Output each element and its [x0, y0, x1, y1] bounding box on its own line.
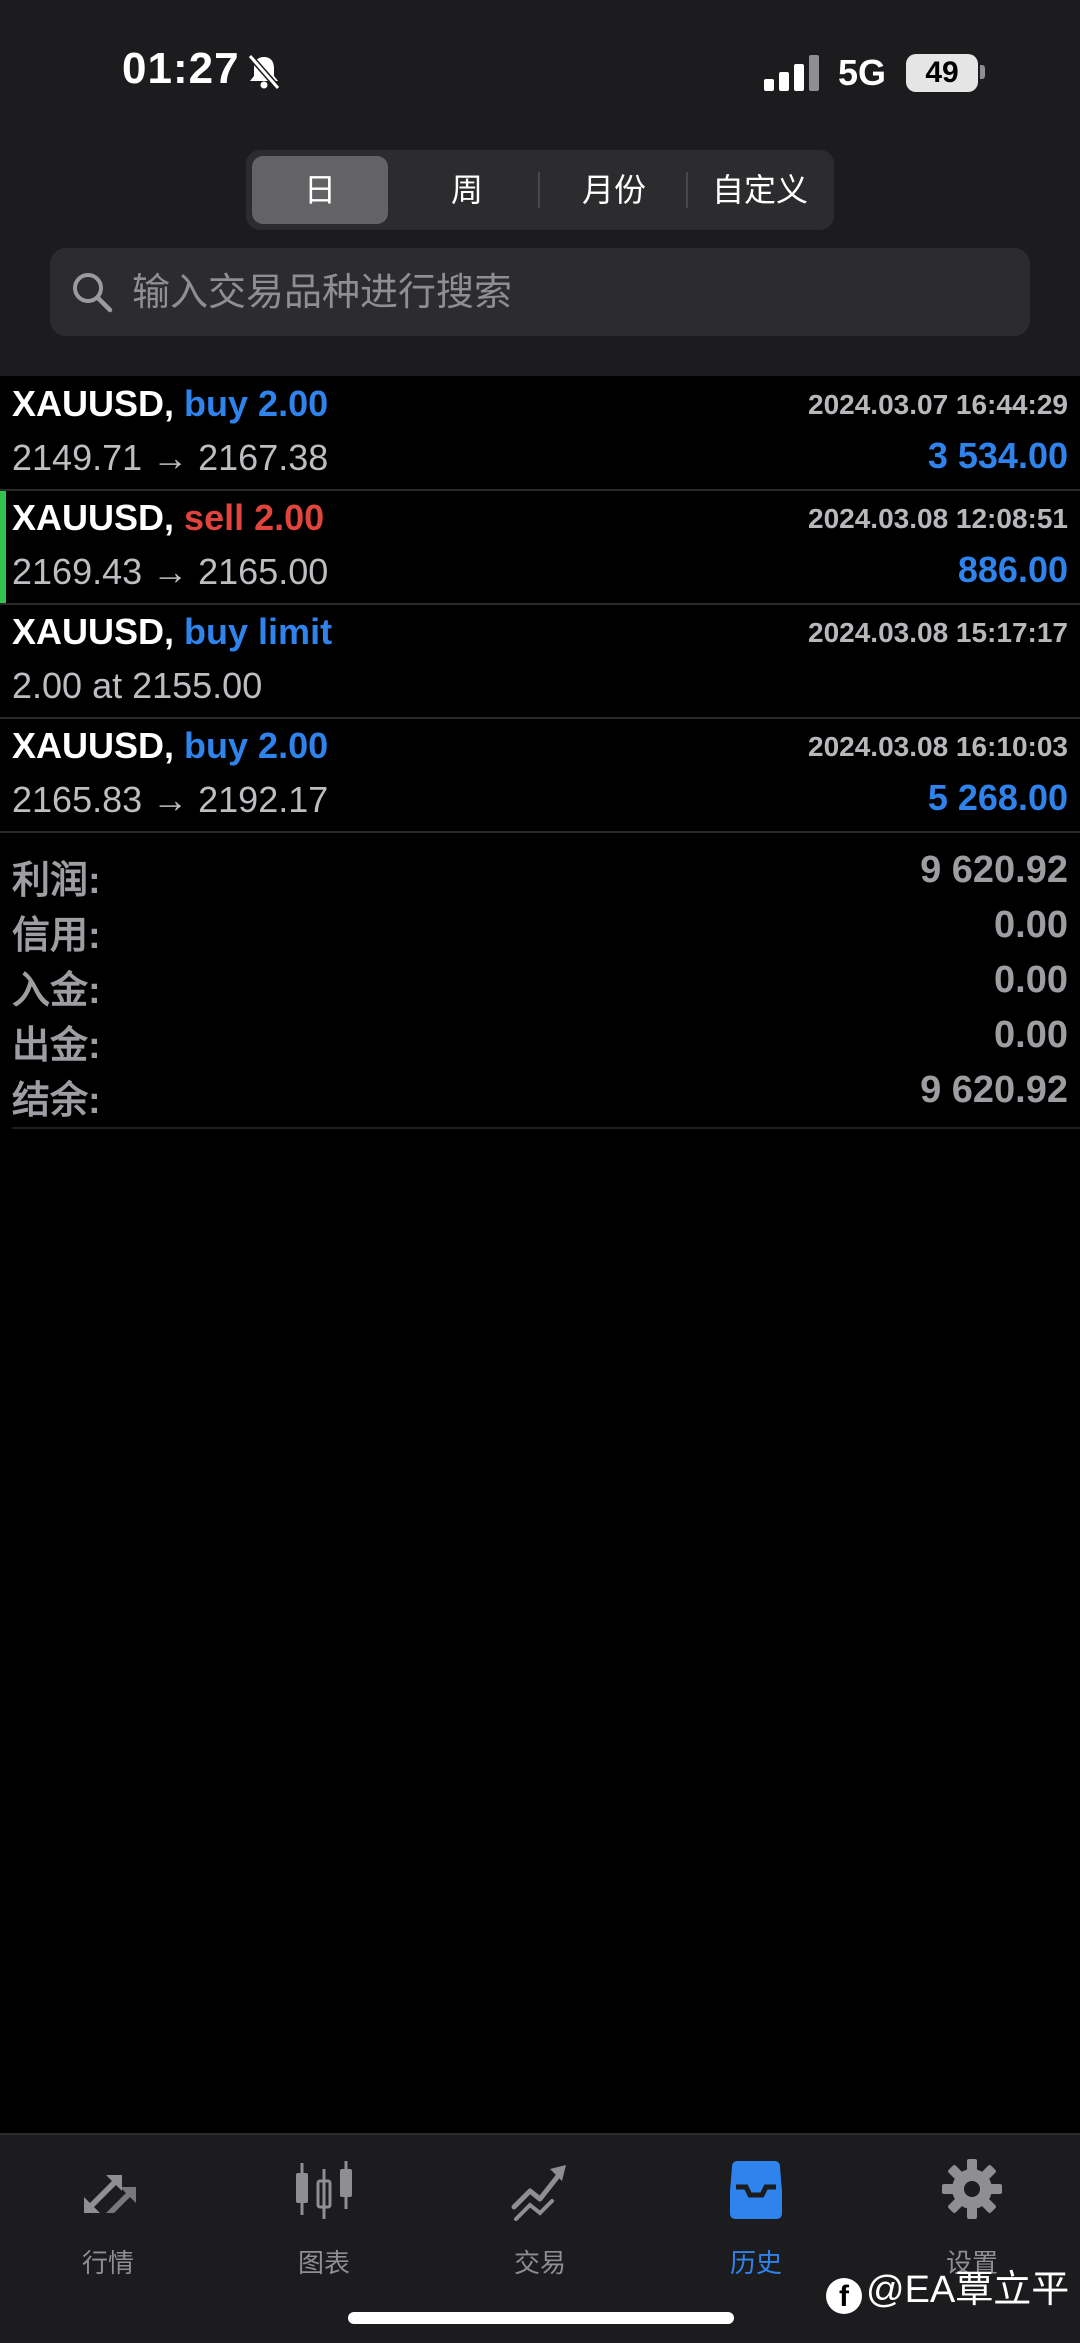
tab-custom[interactable]: 自定义 [692, 156, 828, 224]
deal-row[interactable]: XAUUSD, buy limit 2024.03.08 15:17:17 2.… [0, 605, 1080, 719]
deal-time: 2024.03.07 16:44:29 [808, 389, 1068, 420]
trade-chart-icon [511, 2165, 566, 2221]
silent-bell-icon [247, 54, 281, 90]
deal-row[interactable]: XAUUSD, buy 2.00 2024.03.08 16:10:03 216… [0, 719, 1080, 833]
watermark: f @EA覃立平 [826, 2258, 1069, 2314]
deal-side: buy 2.00 [184, 383, 329, 424]
tab-week[interactable]: 周 [399, 156, 535, 224]
watermark-text: @EA覃立平 [866, 2269, 1070, 2311]
deal-symbol: XAUUSD, [12, 497, 175, 538]
deal-time: 2024.03.08 15:17:17 [808, 617, 1068, 648]
segment-divider [538, 172, 540, 208]
battery-level: 49 [925, 56, 959, 89]
deal-symbol: XAUUSD, [12, 725, 175, 766]
deal-prices: 2.00 at 2155.00 [12, 665, 263, 706]
header: 01:27 5G 49 日 周 月份 自定义 [0, 0, 1080, 376]
deal-prices: 2165.83 → 2192.17 [12, 779, 329, 820]
battery-nub [980, 65, 985, 79]
segment-divider [686, 172, 688, 208]
deals-list: XAUUSD, buy 2.00 2024.03.07 16:44:29 214… [0, 377, 1080, 833]
deal-side: sell 2.00 [184, 497, 325, 538]
search-bar[interactable] [50, 248, 1030, 338]
summary-withdrawal: 出金: 0.00 [0, 1010, 1080, 1067]
summary-value: 0.00 [994, 904, 1068, 946]
deal-prices: 2169.43 → 2165.00 [12, 551, 329, 592]
history-inbox-icon [730, 2161, 782, 2219]
tab-month[interactable]: 月份 [546, 156, 682, 224]
summary-value: 9 620.92 [920, 849, 1068, 891]
tab-trade[interactable]: 交易 [432, 2145, 648, 2295]
battery-icon: 49 [906, 54, 978, 92]
status-bar: 01:27 5G 49 [0, 0, 1080, 140]
selected-marker [0, 491, 6, 603]
gear-icon [942, 2159, 1002, 2219]
summary-divider [12, 1127, 1080, 1129]
search-input[interactable] [130, 248, 1014, 338]
deal-prices: 2149.71 → 2167.38 [12, 437, 329, 478]
deal-symbol: XAUUSD, [12, 383, 175, 424]
deal-profit: 886.00 [957, 549, 1068, 590]
quotes-arrows-icon [84, 2175, 136, 2213]
summary-label: 结余: [12, 1080, 101, 1122]
deal-time: 2024.03.08 16:10:03 [808, 731, 1068, 762]
tab-day[interactable]: 日 [252, 156, 388, 224]
period-segmented-control: 日 周 月份 自定义 [246, 150, 834, 230]
summary-credit: 信用: 0.00 [0, 900, 1080, 957]
home-indicator[interactable] [348, 2312, 734, 2324]
summary-label: 出金: [12, 1025, 101, 1067]
tab-label: 行情 [81, 2248, 134, 2278]
deal-row-selected[interactable]: XAUUSD, sell 2.00 2024.03.08 12:08:51 21… [0, 491, 1080, 605]
deal-title: XAUUSD, buy limit [12, 611, 332, 653]
deal-row[interactable]: XAUUSD, buy 2.00 2024.03.07 16:44:29 214… [0, 377, 1080, 491]
account-summary: 利润: 9 620.92 信用: 0.00 入金: 0.00 出金: 0.00 … [0, 845, 1080, 1122]
network-type: 5G [838, 52, 887, 93]
deal-profit: 5 268.00 [927, 777, 1068, 818]
deal-side: buy 2.00 [184, 725, 329, 766]
deal-time: 2024.03.08 12:08:51 [808, 503, 1068, 534]
summary-value: 0.00 [994, 959, 1068, 1001]
candlestick-chart-icon [296, 2161, 352, 2219]
facebook-icon: f [826, 2278, 862, 2314]
summary-label: 信用: [12, 915, 101, 957]
deal-profit: 3 534.00 [927, 435, 1068, 476]
summary-value: 0.00 [994, 1014, 1068, 1056]
deal-side: buy limit [184, 611, 333, 652]
summary-deposit: 入金: 0.00 [0, 955, 1080, 1012]
cellular-signal-icon [764, 55, 819, 91]
summary-label: 利润: [12, 860, 101, 902]
summary-label: 入金: [12, 970, 101, 1012]
tab-label: 图表 [297, 2248, 350, 2278]
search-icon [73, 273, 113, 313]
summary-value: 9 620.92 [920, 1069, 1068, 1111]
tab-label: 交易 [513, 2248, 566, 2278]
summary-balance: 结余: 9 620.92 [0, 1065, 1080, 1122]
summary-profit: 利润: 9 620.92 [0, 845, 1080, 902]
deal-title: XAUUSD, buy 2.00 [12, 383, 328, 425]
tab-charts[interactable]: 图表 [216, 2145, 432, 2295]
deal-title: XAUUSD, sell 2.00 [12, 497, 324, 539]
tab-quotes[interactable]: 行情 [0, 2145, 216, 2295]
status-time: 01:27 [122, 44, 240, 93]
deal-title: XAUUSD, buy 2.00 [12, 725, 328, 767]
deal-symbol: XAUUSD, [12, 611, 175, 652]
